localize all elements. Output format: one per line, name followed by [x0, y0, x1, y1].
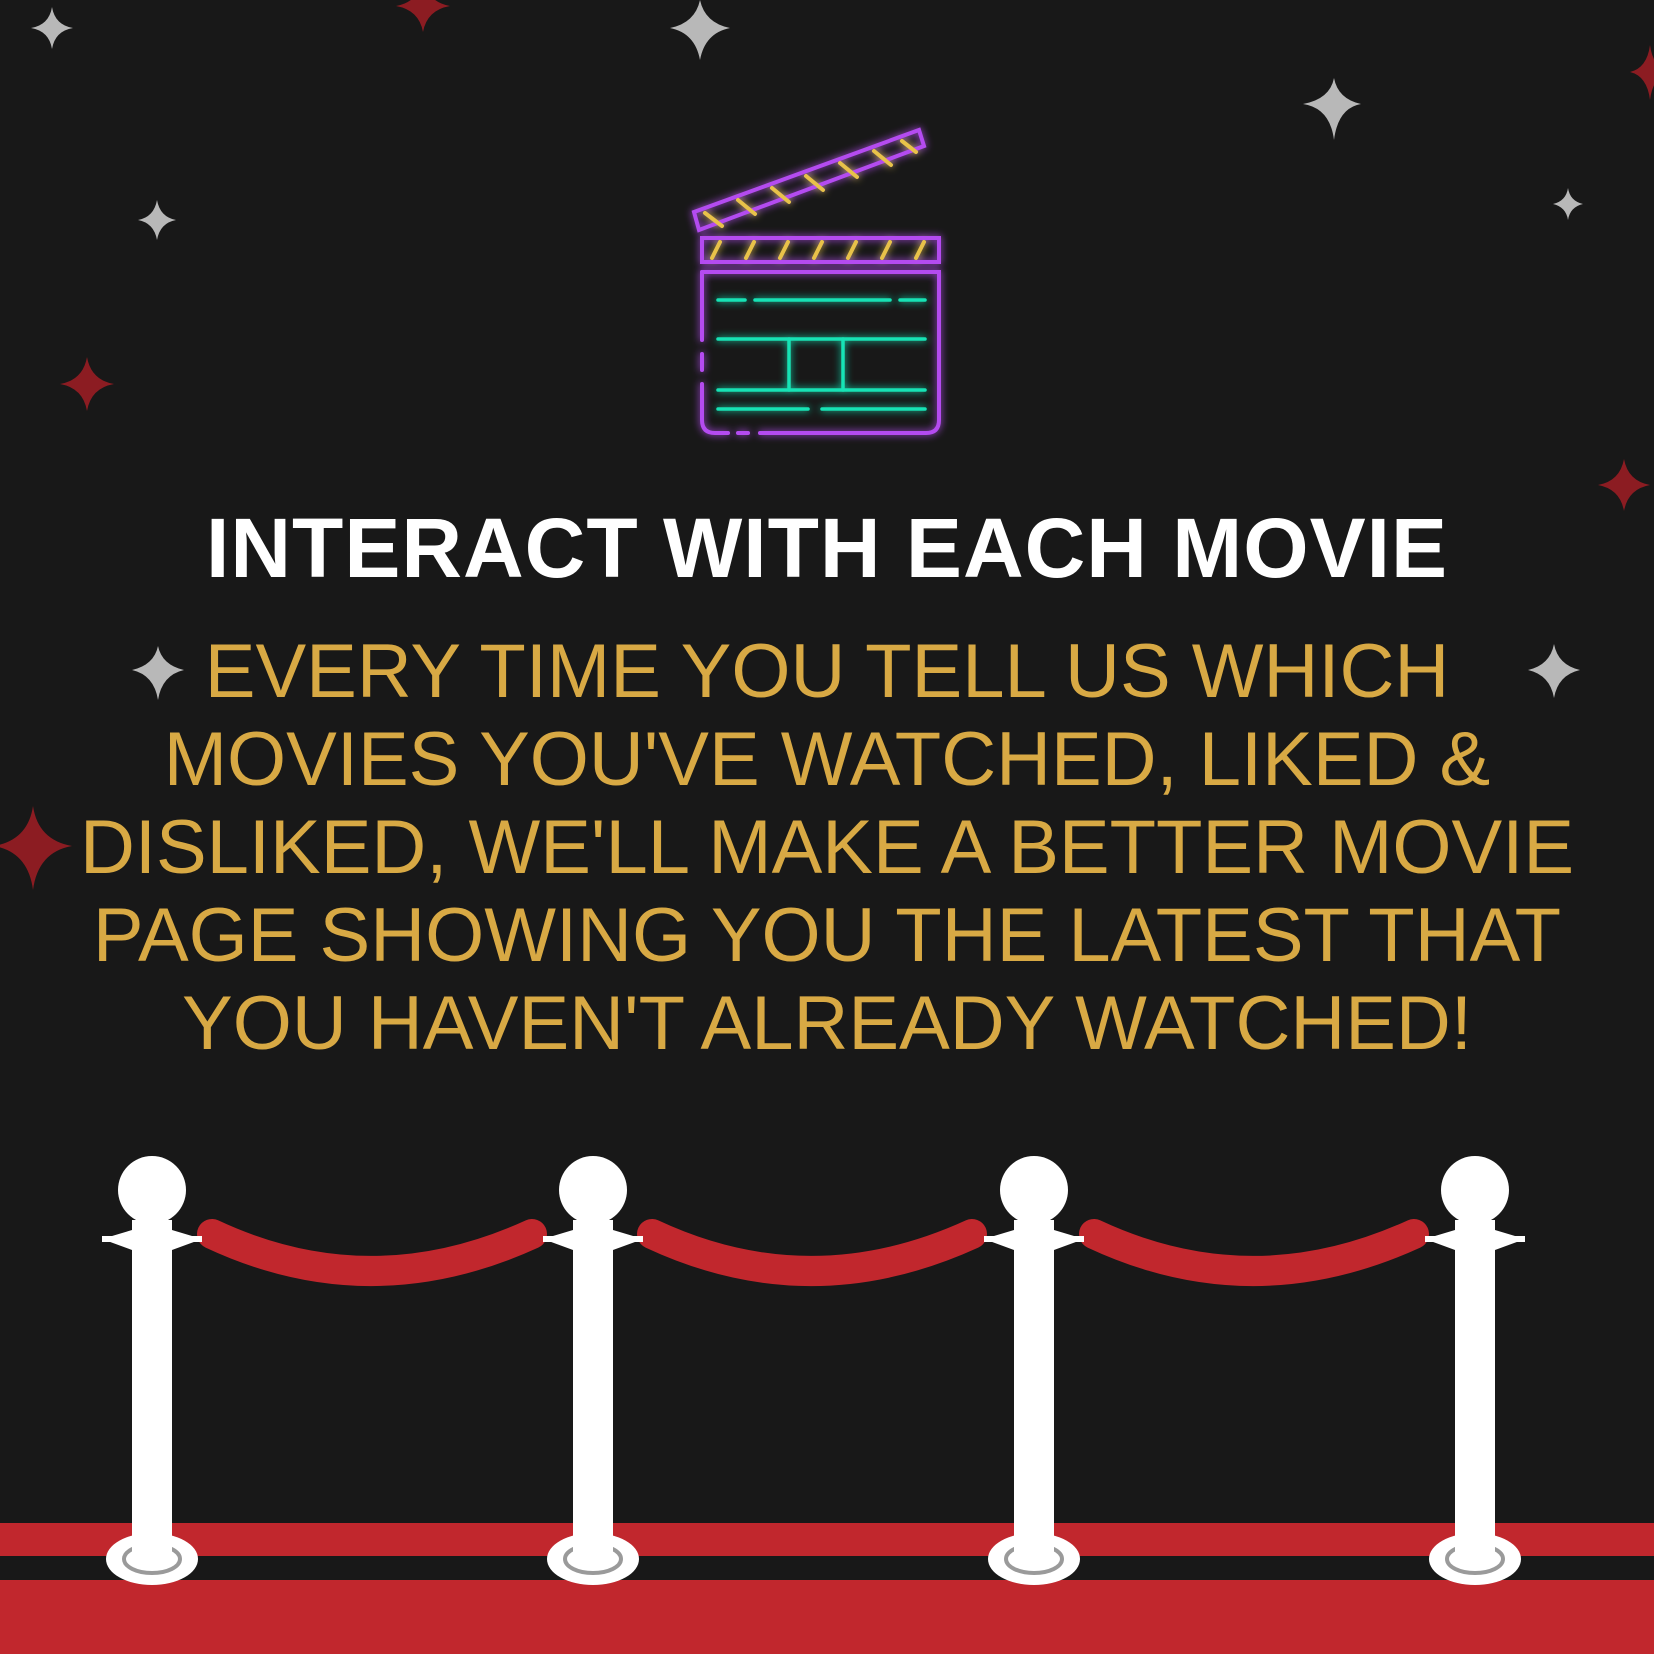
headline: INTERACT WITH EACH MOVIE [206, 501, 1448, 595]
sparkle-star-icon [1303, 78, 1361, 140]
body-line: YOU HAVEN'T ALREADY WATCHED! [182, 981, 1472, 1066]
body-line: DISLIKED, WE'LL MAKE A BETTER MOVIE [79, 805, 1575, 890]
poster: INTERACT WITH EACH MOVIE EVERY TIME YOU … [0, 0, 1654, 1654]
sparkle-star-icon [1553, 188, 1583, 220]
clapperboard-icon [691, 127, 941, 435]
body-line: MOVIES YOU'VE WATCHED, LIKED & [163, 717, 1491, 802]
stanchion-post-icon [984, 1156, 1084, 1585]
sparkle-star-icon [138, 200, 176, 240]
body-text: EVERY TIME YOU TELL US WHICH MOVIES YOU'… [60, 628, 1594, 1068]
velvet-rope [197, 1219, 547, 1286]
velvet-ropes [197, 1219, 1429, 1286]
body-line: EVERY TIME YOU TELL US WHICH [204, 629, 1450, 714]
sparkle-star-icon [396, 0, 450, 32]
red-carpet [0, 1523, 1654, 1654]
velvet-rope [1079, 1219, 1429, 1286]
velvet-rope [637, 1219, 987, 1286]
stanchion-post-icon [102, 1156, 202, 1585]
body-line: PAGE SHOWING YOU THE LATEST THAT [92, 893, 1562, 978]
sparkle-star-icon [60, 357, 114, 411]
sparkle-star-icon [670, 0, 730, 60]
stanchion-posts [102, 1156, 1525, 1585]
sparkle-star-icon [1630, 45, 1654, 100]
sparkle-star-icon [31, 7, 73, 49]
stanchion-post-icon [1425, 1156, 1525, 1585]
stanchion-post-icon [543, 1156, 643, 1585]
